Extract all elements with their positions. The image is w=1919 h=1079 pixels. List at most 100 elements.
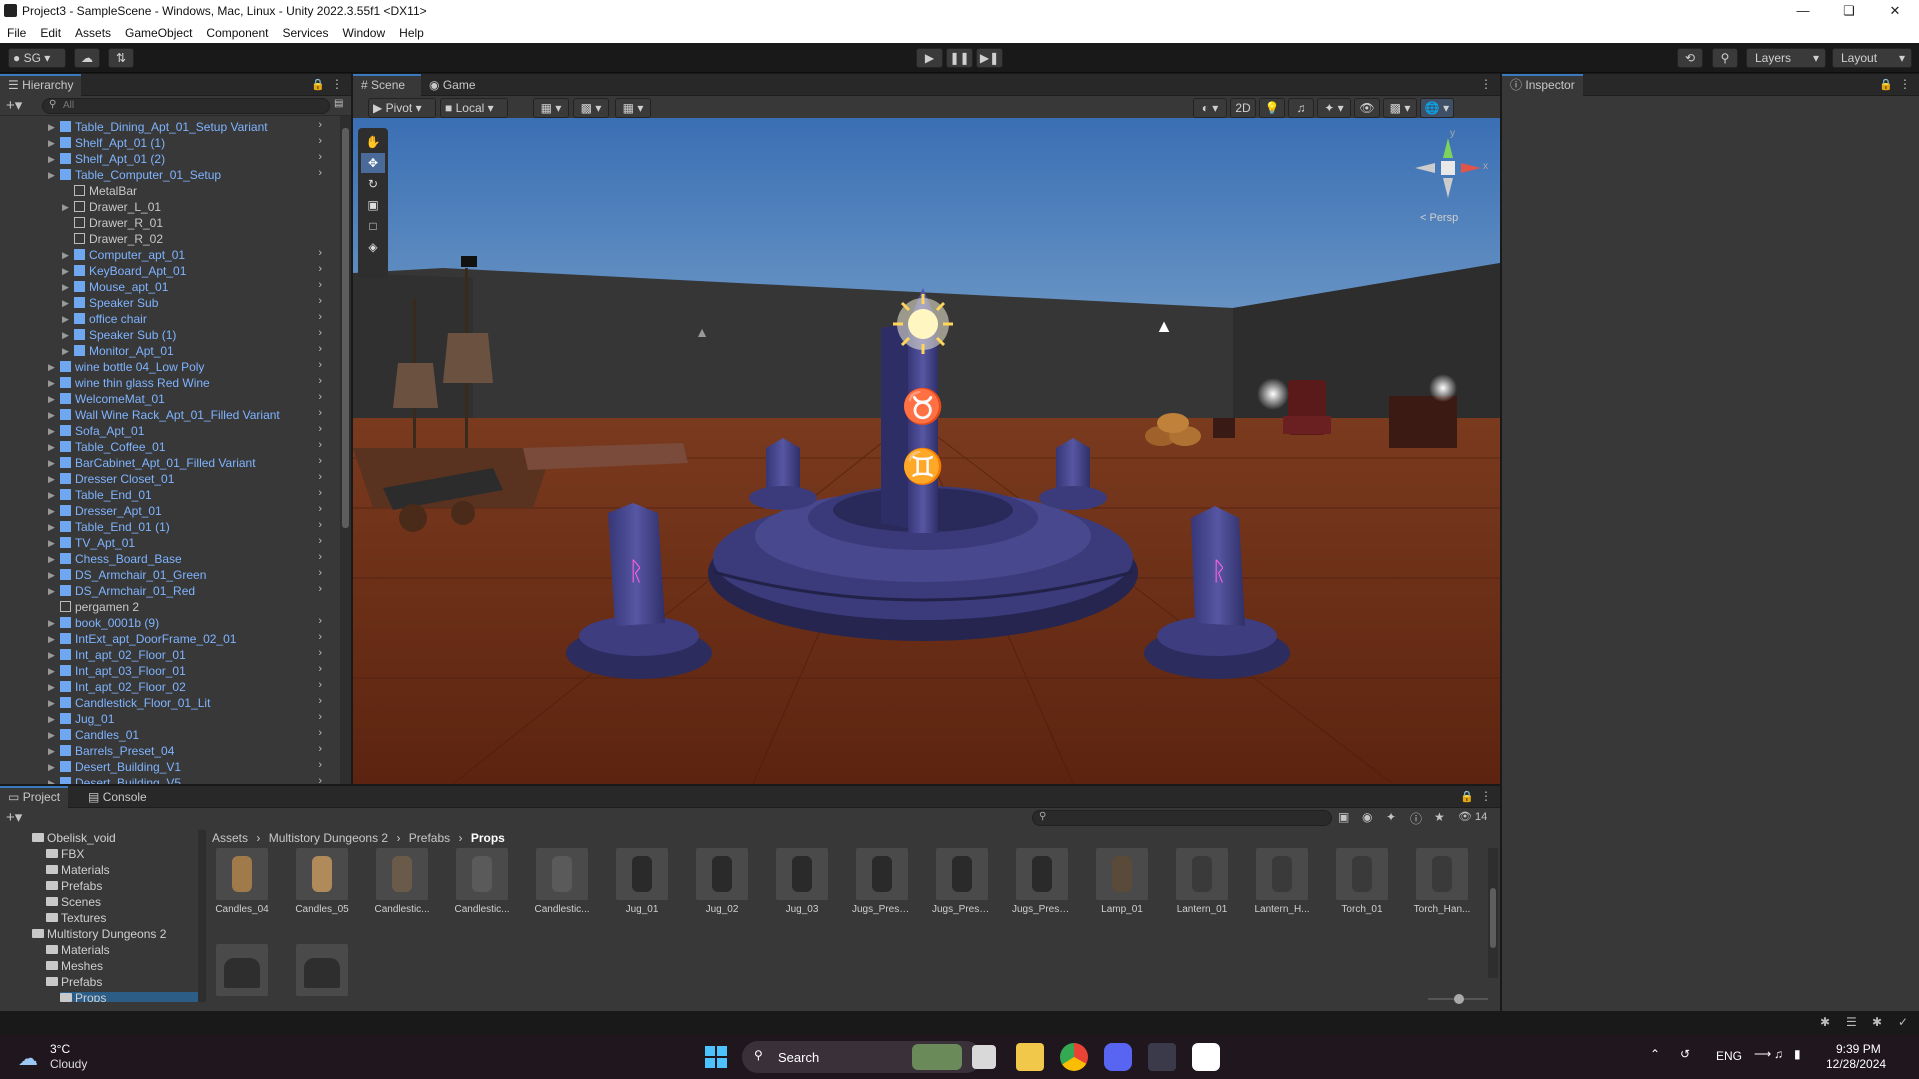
step-button[interactable]: ▶❚	[976, 48, 1003, 68]
lock-icon[interactable]: 🔒	[1879, 78, 1893, 91]
prefab-open-chevron-icon[interactable]: ›	[318, 487, 322, 499]
folder-tree-item[interactable]: Props	[60, 992, 198, 1002]
hierarchy-item[interactable]: Int_apt_02_Floor_01	[60, 647, 186, 663]
hierarchy-item[interactable]: BarCabinet_Apt_01_Filled Variant	[60, 455, 256, 471]
hidden-objects-icon[interactable]: 👁	[1354, 98, 1380, 118]
audio-icon[interactable]: ♫	[1288, 98, 1314, 118]
chrome-icon[interactable]	[1060, 1043, 1088, 1071]
hierarchy-item[interactable]: Table_Dining_Apt_01_Setup Variant	[60, 119, 268, 135]
expand-arrow-icon[interactable]: ▶	[48, 490, 55, 501]
asset-item[interactable]: Candlestic...	[452, 848, 512, 915]
hierarchy-item[interactable]: office chair	[74, 311, 147, 327]
hierarchy-item[interactable]: WelcomeMat_01	[60, 391, 165, 407]
chevron-up-icon[interactable]: ⌃	[1650, 1047, 1660, 1061]
expand-arrow-icon[interactable]: ▶	[48, 154, 55, 165]
expand-arrow-icon[interactable]: ▶	[48, 426, 55, 437]
folder-tree-item[interactable]: Meshes	[46, 960, 103, 973]
hierarchy-scrollbar[interactable]	[340, 116, 351, 784]
hierarchy-item[interactable]: KeyBoard_Apt_01	[74, 263, 186, 279]
pause-button[interactable]: ❚❚	[946, 48, 973, 68]
expand-arrow-icon[interactable]: ▶	[62, 330, 69, 341]
hierarchy-item[interactable]: Drawer_L_01	[74, 199, 161, 215]
expand-arrow-icon[interactable]: ▶	[48, 474, 55, 485]
prefab-open-chevron-icon[interactable]: ›	[318, 439, 322, 451]
hierarchy-item[interactable]: Int_apt_02_Floor_02	[60, 679, 186, 695]
prefab-open-chevron-icon[interactable]: ›	[318, 583, 322, 595]
prefab-open-chevron-icon[interactable]: ›	[318, 647, 322, 659]
expand-arrow-icon[interactable]: ▶	[48, 362, 55, 373]
asset-item[interactable]: Jug_01	[612, 848, 672, 915]
tab-hierarchy[interactable]: ☰ Hierarchy	[0, 74, 82, 96]
breadcrumb-multistory[interactable]: Multistory Dungeons 2	[269, 831, 388, 845]
folder-tree-item[interactable]: Scenes	[46, 896, 101, 909]
scale-tool-icon[interactable]: ▣	[361, 195, 385, 215]
asset-item[interactable]: Jugs_Prese...	[852, 848, 912, 915]
camera-icon[interactable]: ▩ ▾	[1383, 98, 1417, 118]
expand-arrow-icon[interactable]: ▶	[62, 266, 69, 277]
hierarchy-item[interactable]: Computer_apt_01	[74, 247, 185, 263]
taskbar-search[interactable]: ⚲ Search	[742, 1041, 982, 1073]
clock-time[interactable]: 9:39 PM	[1836, 1042, 1881, 1056]
hierarchy-item[interactable]: wine bottle 04_Low Poly	[60, 359, 204, 375]
prefab-open-chevron-icon[interactable]: ›	[318, 279, 322, 291]
sync-icon[interactable]: ↺	[1680, 1047, 1690, 1061]
cloud-icon[interactable]: ☁	[74, 48, 100, 68]
create-plus-button[interactable]: +▾	[6, 808, 22, 826]
expand-arrow-icon[interactable]: ▶	[48, 538, 55, 549]
account-dropdown[interactable]: ● SG ▾	[8, 48, 66, 68]
check-icon[interactable]: ✓	[1898, 1015, 1908, 1029]
task-view-icon[interactable]	[972, 1045, 996, 1069]
prefab-open-chevron-icon[interactable]: ›	[318, 375, 322, 387]
collab-icon[interactable]: ⇅	[108, 48, 134, 68]
hierarchy-item[interactable]: Mouse_apt_01	[74, 279, 168, 295]
hierarchy-item[interactable]: Shelf_Apt_01 (2)	[60, 151, 165, 167]
close-window-button[interactable]: ✕	[1872, 0, 1918, 22]
prefab-open-chevron-icon[interactable]: ›	[318, 391, 322, 403]
folder-tree-item[interactable]: FBX	[46, 848, 84, 861]
breadcrumb-prefabs[interactable]: Prefabs	[409, 831, 450, 845]
project-search-input[interactable]: ⚲	[1032, 810, 1332, 826]
expand-arrow-icon[interactable]: ▶	[62, 250, 69, 261]
create-plus-button[interactable]: +▾	[6, 96, 22, 114]
file-explorer-icon[interactable]	[1016, 1043, 1044, 1071]
expand-arrow-icon[interactable]: ▶	[48, 522, 55, 533]
hierarchy-item[interactable]: Speaker Sub	[74, 295, 158, 311]
info-icon[interactable]: ⓘ	[1410, 810, 1422, 827]
prefab-open-chevron-icon[interactable]: ›	[318, 615, 322, 627]
expand-arrow-icon[interactable]: ▶	[62, 346, 69, 357]
expand-arrow-icon[interactable]: ▶	[48, 506, 55, 517]
move-tool-icon[interactable]: ✥	[361, 153, 385, 173]
hierarchy-search-input[interactable]: ⚲ All	[42, 98, 330, 114]
thumbnail-size-slider[interactable]	[1428, 994, 1488, 1004]
lock-icon[interactable]: 🔒	[1460, 790, 1474, 803]
hierarchy-item[interactable]: Dresser_Apt_01	[60, 503, 162, 519]
prefab-open-chevron-icon[interactable]: ›	[318, 423, 322, 435]
cloud-weather-icon[interactable]: ☁	[18, 1046, 38, 1071]
prefab-open-chevron-icon[interactable]: ›	[318, 295, 322, 307]
hierarchy-item[interactable]: Wall Wine Rack_Apt_01_Filled Variant	[60, 407, 280, 423]
lock-icon[interactable]: 🔒	[311, 78, 325, 91]
stack-icon[interactable]: ☰	[1846, 1015, 1857, 1029]
scrollbar-thumb[interactable]	[342, 128, 349, 528]
prefab-open-chevron-icon[interactable]: ›	[318, 455, 322, 467]
expand-arrow-icon[interactable]: ▶	[48, 762, 55, 773]
breadcrumb-assets[interactable]: Assets	[212, 831, 248, 845]
expand-arrow-icon[interactable]: ▶	[48, 714, 55, 725]
language-indicator[interactable]: ENG	[1716, 1049, 1742, 1063]
prefab-open-chevron-icon[interactable]: ›	[318, 151, 322, 163]
tag-icon[interactable]: ✦	[1386, 810, 1396, 824]
prefab-open-chevron-icon[interactable]: ›	[318, 327, 322, 339]
prefab-open-chevron-icon[interactable]: ›	[318, 631, 322, 643]
maximize-button[interactable]: ❏	[1826, 0, 1872, 22]
expand-arrow-icon[interactable]: ▶	[48, 170, 55, 181]
folder-tree-item[interactable]: Materials	[46, 864, 110, 877]
tab-inspector[interactable]: ⓘ Inspector	[1502, 74, 1583, 96]
prefab-open-chevron-icon[interactable]: ›	[318, 743, 322, 755]
tab-game[interactable]: ◉ Game	[421, 74, 484, 96]
prefab-open-chevron-icon[interactable]: ›	[318, 359, 322, 371]
asset-item[interactable]	[212, 944, 272, 996]
windows-start-icon[interactable]	[702, 1043, 730, 1071]
expand-arrow-icon[interactable]: ▶	[62, 314, 69, 325]
prefab-open-chevron-icon[interactable]: ›	[318, 135, 322, 147]
prefab-open-chevron-icon[interactable]: ›	[318, 551, 322, 563]
